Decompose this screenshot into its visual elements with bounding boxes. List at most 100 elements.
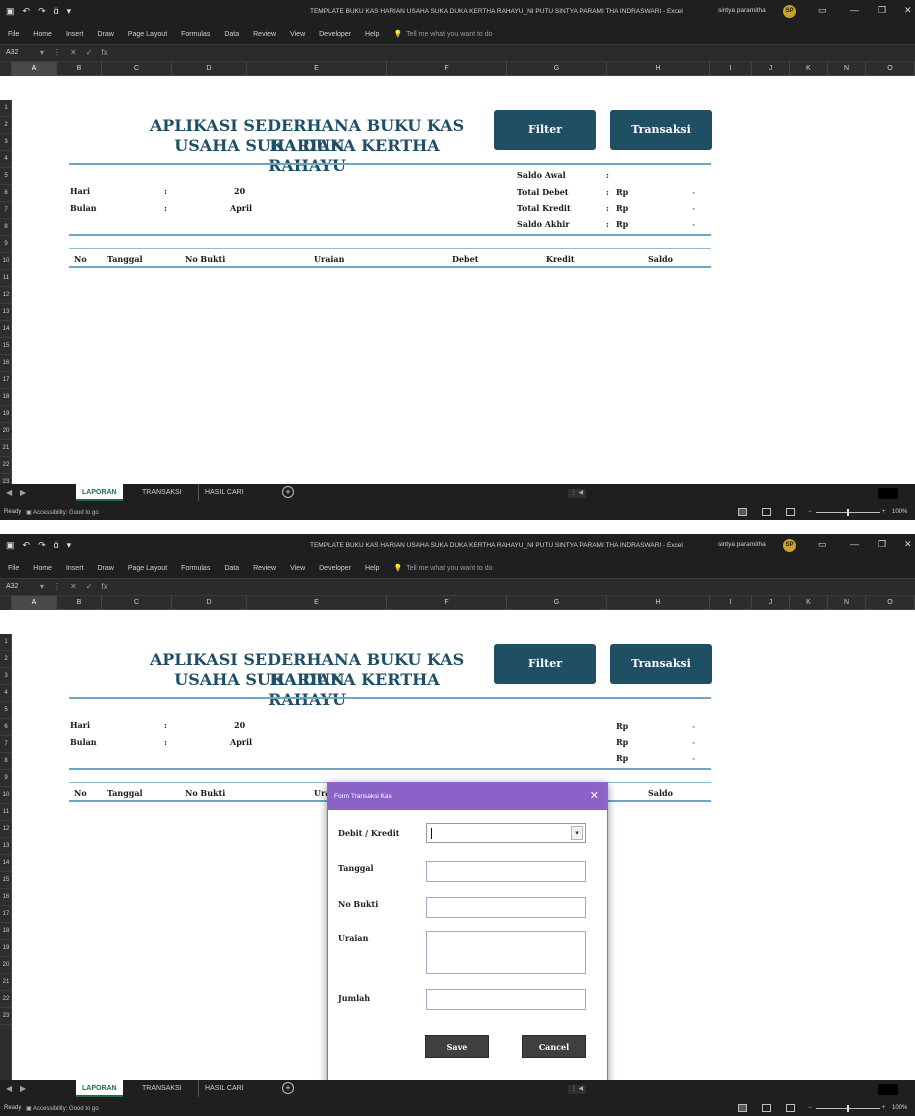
tab-data[interactable]: Data	[224, 565, 239, 572]
minimize-icon[interactable]: —	[850, 5, 859, 15]
row-header[interactable]: 20	[0, 957, 12, 974]
row-header[interactable]: 16	[0, 889, 12, 906]
row-header[interactable]: 18	[0, 389, 12, 406]
zoom-slider-knob[interactable]	[847, 509, 849, 516]
restore-icon[interactable]: ❐	[878, 539, 886, 550]
normal-view-icon[interactable]	[738, 1104, 747, 1112]
column-header-h[interactable]: H	[607, 596, 710, 610]
save-icon[interactable]: ▣	[6, 540, 15, 551]
customize-qat-icon[interactable]: ▾	[67, 540, 72, 551]
name-box-dropdown-icon[interactable]: ▾	[40, 582, 44, 591]
row-header[interactable]: 9	[0, 770, 12, 787]
row-header[interactable]: 3	[0, 668, 12, 685]
insert-function-icon[interactable]: fx	[101, 48, 107, 57]
zoom-out-icon[interactable]: −	[808, 509, 812, 515]
dialog-title-bar[interactable]: Form Transaksi Kas ✕	[328, 783, 607, 810]
spelling-icon[interactable]: ɑ̈	[54, 540, 59, 551]
row-header[interactable]: 11	[0, 804, 12, 821]
avatar[interactable]: SP	[783, 5, 796, 18]
enter-icon[interactable]: ✓	[86, 48, 93, 57]
worksheet-laporan[interactable]: APLIKASI SEDERHANA BUKU KAS HARIAN USAHA…	[12, 100, 915, 484]
tab-transaksi[interactable]: TRANSAKSI	[136, 1080, 188, 1097]
filter-button[interactable]: Filter	[494, 110, 596, 150]
tab-developer[interactable]: Developer	[319, 31, 351, 38]
cancel-entry-icon[interactable]: ✕	[70, 582, 77, 591]
row-header[interactable]: 22	[0, 991, 12, 1008]
row-header[interactable]: 6	[0, 719, 12, 736]
column-header-d[interactable]: D	[172, 596, 247, 610]
column-header-j[interactable]: J	[752, 62, 790, 76]
column-header-k[interactable]: K	[790, 62, 828, 76]
ribbon-display-icon[interactable]: ▭	[818, 5, 827, 16]
column-header-e[interactable]: E	[247, 62, 387, 76]
debit-kredit-combobox[interactable]: ▾	[426, 823, 586, 843]
row-header[interactable]: 18	[0, 923, 12, 940]
row-header[interactable]: 21	[0, 974, 12, 991]
column-header-h[interactable]: H	[607, 62, 710, 76]
column-header-a[interactable]: A	[12, 596, 57, 610]
tell-me[interactable]: 💡 Tell me what you want to do	[393, 30, 492, 39]
minimize-icon[interactable]: —	[850, 539, 859, 549]
add-sheet-icon[interactable]: +	[282, 486, 294, 498]
row-header[interactable]: 2	[0, 117, 12, 134]
column-header-o[interactable]: O	[866, 62, 915, 76]
close-icon[interactable]: ✕	[904, 539, 912, 550]
row-header[interactable]: 23	[0, 1008, 12, 1025]
row-header[interactable]: 13	[0, 838, 12, 855]
column-header-g[interactable]: G	[507, 596, 607, 610]
row-header[interactable]: 1	[0, 634, 12, 651]
column-header-c[interactable]: C	[102, 62, 172, 76]
scroll-right-icon[interactable]	[878, 1084, 898, 1095]
row-header[interactable]: 12	[0, 821, 12, 838]
row-header[interactable]: 7	[0, 202, 12, 219]
jumlah-input[interactable]	[426, 989, 586, 1010]
prev-sheet-icon[interactable]: ◀	[6, 488, 12, 497]
add-sheet-icon[interactable]: +	[282, 1082, 294, 1094]
row-header[interactable]: 17	[0, 906, 12, 923]
tab-laporan[interactable]: LAPORAN	[76, 1080, 123, 1097]
tab-page-layout[interactable]: Page Layout	[128, 565, 167, 572]
row-header[interactable]: 19	[0, 406, 12, 423]
tab-home[interactable]: Home	[33, 565, 52, 572]
scroll-right-icon[interactable]	[878, 488, 898, 499]
name-box[interactable]: A32	[6, 49, 18, 56]
zoom-level[interactable]: 100%	[892, 1105, 907, 1111]
tab-insert[interactable]: Insert	[66, 31, 84, 38]
tab-insert[interactable]: Insert	[66, 565, 84, 572]
row-header[interactable]: 11	[0, 270, 12, 287]
column-header-g[interactable]: G	[507, 62, 607, 76]
column-header-d[interactable]: D	[172, 62, 247, 76]
page-break-view-icon[interactable]	[786, 1104, 795, 1112]
page-layout-view-icon[interactable]	[762, 508, 771, 516]
tab-hasil-cari[interactable]: HASIL CARI	[198, 1080, 250, 1097]
name-box[interactable]: A32	[6, 583, 18, 590]
spelling-icon[interactable]: ɑ̈	[54, 6, 59, 17]
zoom-level[interactable]: 100%	[892, 509, 907, 515]
row-header[interactable]: 15	[0, 338, 12, 355]
horizontal-scrollbar[interactable]: ⋮ ◀	[568, 1085, 586, 1094]
redo-icon[interactable]: ↷	[38, 6, 46, 17]
tab-laporan[interactable]: LAPORAN	[76, 484, 123, 501]
tab-view[interactable]: View	[290, 565, 305, 572]
tab-view[interactable]: View	[290, 31, 305, 38]
row-header[interactable]: 22	[0, 457, 12, 474]
row-header[interactable]: 2	[0, 651, 12, 668]
cancel-button[interactable]: Cancel	[522, 1035, 586, 1058]
select-all-corner[interactable]	[0, 62, 12, 76]
column-header-i[interactable]: I	[710, 596, 752, 610]
user-name[interactable]: sintya paramitha	[718, 7, 766, 14]
zoom-slider-knob[interactable]	[847, 1105, 849, 1112]
row-header[interactable]: 14	[0, 855, 12, 872]
tab-draw[interactable]: Draw	[97, 565, 113, 572]
row-header[interactable]: 4	[0, 151, 12, 168]
tab-developer[interactable]: Developer	[319, 565, 351, 572]
column-header-a[interactable]: A	[12, 62, 57, 76]
accessibility-status[interactable]: ▣ Accessibility: Good to go	[26, 509, 99, 516]
tanggal-input[interactable]	[426, 861, 586, 882]
save-button[interactable]: Save	[425, 1035, 489, 1058]
column-header-k[interactable]: K	[790, 596, 828, 610]
column-header-c[interactable]: C	[102, 596, 172, 610]
undo-icon[interactable]: ↶	[23, 540, 31, 551]
row-header[interactable]: 8	[0, 219, 12, 236]
prev-sheet-icon[interactable]: ◀	[6, 1084, 12, 1093]
